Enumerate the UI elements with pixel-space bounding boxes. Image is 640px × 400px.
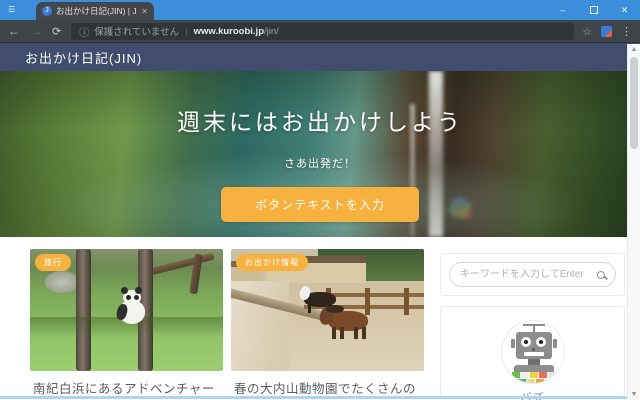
browser-toolbar: ← → ⟳ ⓘ 保護されていません | www.kuroobi.jp /jin/… bbox=[0, 20, 640, 43]
maximize-button[interactable] bbox=[578, 0, 609, 20]
footer-strip bbox=[0, 396, 627, 399]
scrollbar-up-icon[interactable]: ▲ bbox=[628, 46, 640, 53]
site-header: お出かけ日記(JIN) bbox=[0, 43, 640, 71]
address-bar[interactable]: ⓘ 保護されていません | www.kuroobi.jp /jin/ bbox=[71, 23, 574, 40]
tab-favicon-icon: J bbox=[42, 6, 52, 16]
search-widget bbox=[440, 253, 625, 296]
browser-menu-icon[interactable]: ⋮ bbox=[621, 25, 632, 38]
forward-icon: → bbox=[30, 24, 42, 38]
url-host: www.kuroobi.jp bbox=[194, 26, 264, 37]
panda-scene-log bbox=[145, 253, 215, 277]
window-controls: – ✕ bbox=[547, 0, 640, 20]
panda-scene-rock bbox=[45, 271, 79, 293]
browser-tab[interactable]: J お出かけ日記(JIN) | Just an… ✕ bbox=[36, 2, 154, 20]
site-title[interactable]: お出かけ日記(JIN) bbox=[25, 48, 142, 67]
page-scrollbar[interactable]: ▲ ▼ bbox=[627, 44, 640, 400]
panda-scene-pole bbox=[76, 249, 91, 371]
category-badge[interactable]: お出かけ情報 bbox=[236, 254, 308, 271]
post-thumbnail-panda[interactable]: 旅行 bbox=[30, 249, 223, 371]
profile-widget: バズ bbox=[440, 306, 625, 400]
toolbar-right: ☆ ⋮ bbox=[582, 25, 632, 38]
search-icon[interactable] bbox=[597, 271, 605, 279]
maximize-icon bbox=[590, 6, 598, 14]
site-info-icon[interactable]: ⓘ bbox=[79, 24, 89, 39]
extension-icon[interactable] bbox=[601, 26, 612, 37]
browser-titlebar: ☰ J お出かけ日記(JIN) | Just an… ✕ – ✕ bbox=[0, 0, 640, 20]
search-input[interactable] bbox=[460, 269, 597, 280]
hero-section: 週末にはお出かけしよう さあ出発だ！ ボタンテキストを入力 bbox=[0, 71, 640, 237]
bookmark-star-icon[interactable]: ☆ bbox=[582, 25, 592, 38]
sidebar: バズ bbox=[440, 253, 625, 400]
post-card-pony[interactable]: お出かけ情報 春の大内山動物園でた bbox=[231, 249, 424, 400]
hero-heading: 週末にはお出かけしよう bbox=[177, 103, 463, 137]
post-thumbnail-pony[interactable]: お出かけ情報 bbox=[231, 249, 424, 371]
security-status-text: 保護されていません bbox=[94, 24, 179, 38]
scrollbar-down-icon[interactable]: ▼ bbox=[628, 391, 640, 398]
omnibox-separator: | bbox=[185, 26, 187, 37]
reload-icon[interactable]: ⟳ bbox=[52, 25, 61, 38]
panda-figure bbox=[115, 290, 149, 324]
hero-cta-button[interactable]: ボタンテキストを入力 bbox=[221, 187, 419, 222]
scrollbar-thumb[interactable] bbox=[630, 57, 638, 149]
close-button[interactable]: ✕ bbox=[609, 0, 640, 20]
back-icon[interactable]: ← bbox=[8, 24, 20, 38]
search-box[interactable] bbox=[449, 262, 616, 287]
main-content: 旅行 南紀白浜にあるアドベンチャーワールドでパンダやイルカのショーを見てき お出… bbox=[0, 237, 640, 399]
post-card-panda[interactable]: 旅行 南紀白浜にあるアドベンチャーワールドでパンダやイルカのショーを見てき bbox=[30, 249, 223, 400]
hero-subheading: さあ出発だ！ bbox=[284, 155, 356, 171]
tab-close-icon[interactable]: ✕ bbox=[141, 7, 148, 16]
pony-figure-front bbox=[320, 303, 372, 339]
minimize-button[interactable]: – bbox=[547, 0, 578, 20]
pony-scene-post bbox=[404, 288, 409, 315]
robot-pixels-art bbox=[512, 372, 556, 378]
tab-title: お出かけ日記(JIN) | Just an… bbox=[56, 5, 137, 17]
category-badge[interactable]: 旅行 bbox=[35, 254, 71, 271]
browser-logo-icon: ☰ bbox=[8, 5, 22, 15]
url-path: /jin/ bbox=[264, 26, 279, 37]
profile-avatar[interactable] bbox=[501, 320, 565, 384]
